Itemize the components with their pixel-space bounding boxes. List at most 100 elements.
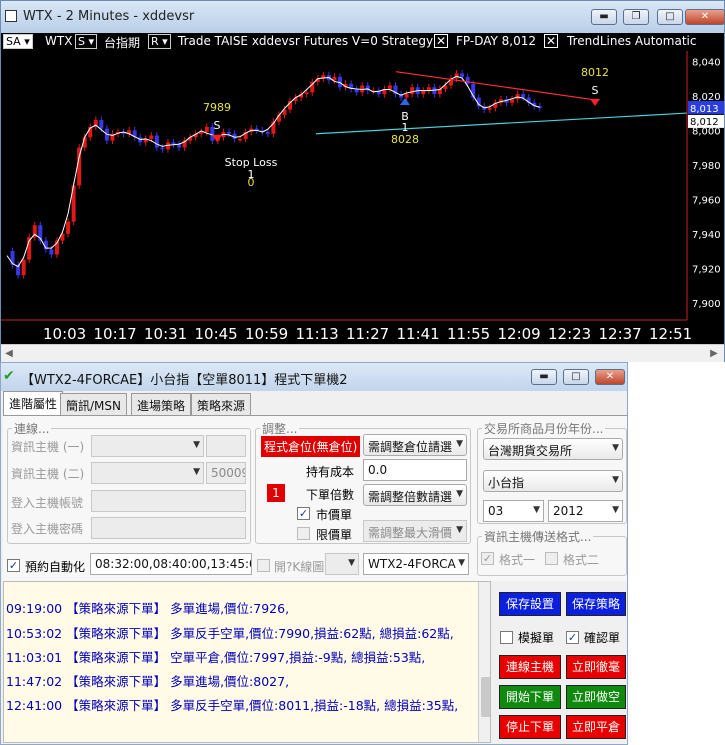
chart-titlebar: WTX - 2 Minutes - xddevsr ▬ ❐ □ ✕: [1, 1, 725, 33]
x-tick-label: 11:41: [397, 325, 440, 343]
password-label: 登入主機密碼: [11, 522, 84, 536]
slippage-select[interactable]: 需調整最大滑價 ▼: [363, 520, 467, 542]
y-tick-label: 8,000: [692, 126, 721, 137]
chart-maximize-button[interactable]: □: [657, 9, 683, 25]
connect-host-button[interactable]: 連線主機: [499, 655, 561, 679]
start-order-button[interactable]: 開始下單: [499, 685, 561, 709]
chart-toolbar: SA ▾ WTX S ▾ 台指期 R ▾ Trade TAISE xddevsr…: [1, 33, 724, 51]
tab-strategy-source[interactable]: 策略來源: [191, 393, 252, 415]
limit-order-checkbox[interactable]: [297, 527, 310, 540]
tab-entry-strategy[interactable]: 進場策略: [131, 393, 192, 415]
candle: [66, 221, 71, 234]
log-line: 11:03:01 【策略來源下單】 空單平倉,價位:7997,損益:-9點, 總…: [6, 650, 426, 665]
order-maximize-button[interactable]: □: [563, 369, 589, 385]
candle: [265, 132, 270, 134]
symbol-r-dropdown[interactable]: R ▾: [148, 34, 171, 49]
open-kline-label: 開?K線圖: [274, 560, 325, 574]
order-minimize-button[interactable]: ▬: [531, 369, 557, 385]
format1-checkbox[interactable]: ✓: [481, 552, 494, 565]
host2-select[interactable]: ▼: [91, 462, 204, 484]
sim-order-checkbox[interactable]: [500, 631, 513, 644]
open-kline-checkbox[interactable]: [257, 559, 270, 572]
month-select[interactable]: 03 ▼: [483, 500, 544, 522]
y-tick-label: 7,940: [692, 230, 721, 241]
host2-port-input[interactable]: 50009: [206, 462, 246, 484]
sell-signal-price: 7989: [203, 101, 231, 114]
order-window: ✔ 【WTX2-4FORCAE】小台指【空單8011】程式下單機2 ▬ □ ✕ …: [0, 362, 628, 745]
candle: [49, 249, 54, 255]
y-tick-label: 7,900: [692, 299, 721, 310]
check-icon: ✔: [3, 368, 15, 384]
strategy-select[interactable]: WTX2-4FORCA ▼: [363, 553, 469, 575]
cost-label: 持有成本: [306, 465, 355, 479]
candle: [204, 126, 209, 133]
log-scroll-thumb[interactable]: [481, 677, 490, 717]
multiplier-badge: 1: [267, 484, 285, 502]
buy-signal-price: 8028: [391, 133, 419, 146]
cost-input[interactable]: 0.0: [363, 459, 467, 481]
product-select[interactable]: 小台指 ▼: [483, 470, 623, 492]
chart-close-button[interactable]: ✕: [685, 9, 725, 25]
data-type-dropdown[interactable]: SA ▾: [3, 34, 33, 49]
x-tick-label: 10:31: [144, 325, 187, 343]
order-log[interactable]: 09:19:00 【策略來源下單】 多單進場,價位:7926, 10:53:02…: [3, 581, 491, 743]
save-strategy-button[interactable]: 保存策略: [566, 592, 626, 616]
tab-sms-msn[interactable]: 簡訊/MSN: [60, 393, 127, 415]
candle: [410, 87, 415, 95]
short-now-button[interactable]: 立即做空: [566, 685, 626, 709]
symbol-s-dropdown[interactable]: S ▾: [75, 34, 98, 49]
sell-signal-arrow-2: [590, 99, 600, 106]
host1-select[interactable]: ▼: [91, 435, 204, 457]
price-chart[interactable]: 8,0408,0208,0007,9807,9607,9407,9207,900…: [1, 51, 724, 344]
indicator-fp-day: FP-DAY 8,012: [456, 34, 537, 48]
x-tick-label: 12:37: [599, 325, 642, 343]
format2-label: 格式二: [563, 553, 600, 567]
close-indicator-icon[interactable]: ✕: [434, 34, 448, 48]
candle: [404, 94, 409, 98]
save-settings-button[interactable]: 保存設置: [499, 592, 561, 616]
close-trendlines-icon[interactable]: ✕: [544, 34, 558, 48]
chart-minimize-button[interactable]: ▬: [591, 9, 617, 25]
confirm-order-label: 確認單: [584, 631, 621, 645]
candle: [154, 135, 159, 148]
kline-select[interactable]: ▼: [325, 553, 359, 575]
x-tick-label: 10:03: [43, 325, 86, 343]
chart-restore-button[interactable]: ❐: [623, 9, 649, 25]
order-close-button[interactable]: ✕: [595, 369, 625, 385]
schedule-times-input[interactable]: 08:32:00,08:40:00,13:45:00: [90, 553, 252, 575]
stop-order-button[interactable]: 停止下單: [499, 715, 561, 739]
symbol-name: 台指期: [104, 36, 141, 50]
format1-label: 格式一: [499, 553, 536, 567]
order-titlebar: ✔ 【WTX2-4FORCAE】小台指【空單8011】程式下單機2 ▬ □ ✕: [1, 363, 627, 391]
candle: [332, 76, 337, 81]
tab-advanced[interactable]: 進階屬性: [3, 391, 64, 415]
host1-label: 資訊主機 (一): [11, 440, 85, 454]
scroll-left-icon[interactable]: ◀: [1, 346, 17, 362]
chart-window: WTX - 2 Minutes - xddevsr ▬ ❐ □ ✕ SA ▾ W…: [0, 0, 725, 362]
market-order-checkbox[interactable]: ✓: [297, 507, 310, 520]
year-select[interactable]: 2012 ▼: [548, 500, 623, 522]
scroll-right-icon[interactable]: ▶: [706, 346, 722, 362]
log-scrollbar[interactable]: [478, 582, 490, 742]
host1-port-input[interactable]: [206, 435, 246, 457]
position-adjust-select[interactable]: 需調整倉位請選 ▼: [363, 434, 467, 456]
candle: [465, 76, 470, 84]
exchange-select[interactable]: 台灣期貨交易所 ▼: [483, 438, 623, 460]
x-tick-label: 12:09: [498, 325, 541, 343]
password-input[interactable]: [91, 517, 246, 539]
log-line: 12:41:00 【策略來源下單】 多單反手空單,價位:8011,損益:-18點…: [6, 698, 459, 713]
x-tick-label: 11:27: [346, 325, 389, 343]
close-now-button[interactable]: 立即平倉: [566, 715, 626, 739]
log-line: 11:47:02 【策略來源下單】 多單進場,價位:8027,: [6, 674, 290, 689]
auto-schedule-checkbox[interactable]: ✓: [7, 559, 20, 572]
multiplier-select[interactable]: 需調整倍數請選 ▼: [363, 484, 467, 506]
log-line: 10:53:02 【策略來源下單】 多單反手空單,價位:7990,損益:62點,…: [6, 626, 454, 641]
candle: [238, 138, 243, 141]
chart-horizontal-scrollbar[interactable]: ◀ ▶: [1, 344, 724, 362]
cancel-now-button[interactable]: 立即徹毫: [566, 655, 626, 679]
y-tick-label: 7,960: [692, 195, 721, 206]
format2-checkbox[interactable]: [545, 552, 558, 565]
confirm-order-checkbox[interactable]: ✓: [566, 631, 579, 644]
account-input[interactable]: [91, 490, 246, 512]
connection-legend: 連線...: [14, 422, 50, 436]
